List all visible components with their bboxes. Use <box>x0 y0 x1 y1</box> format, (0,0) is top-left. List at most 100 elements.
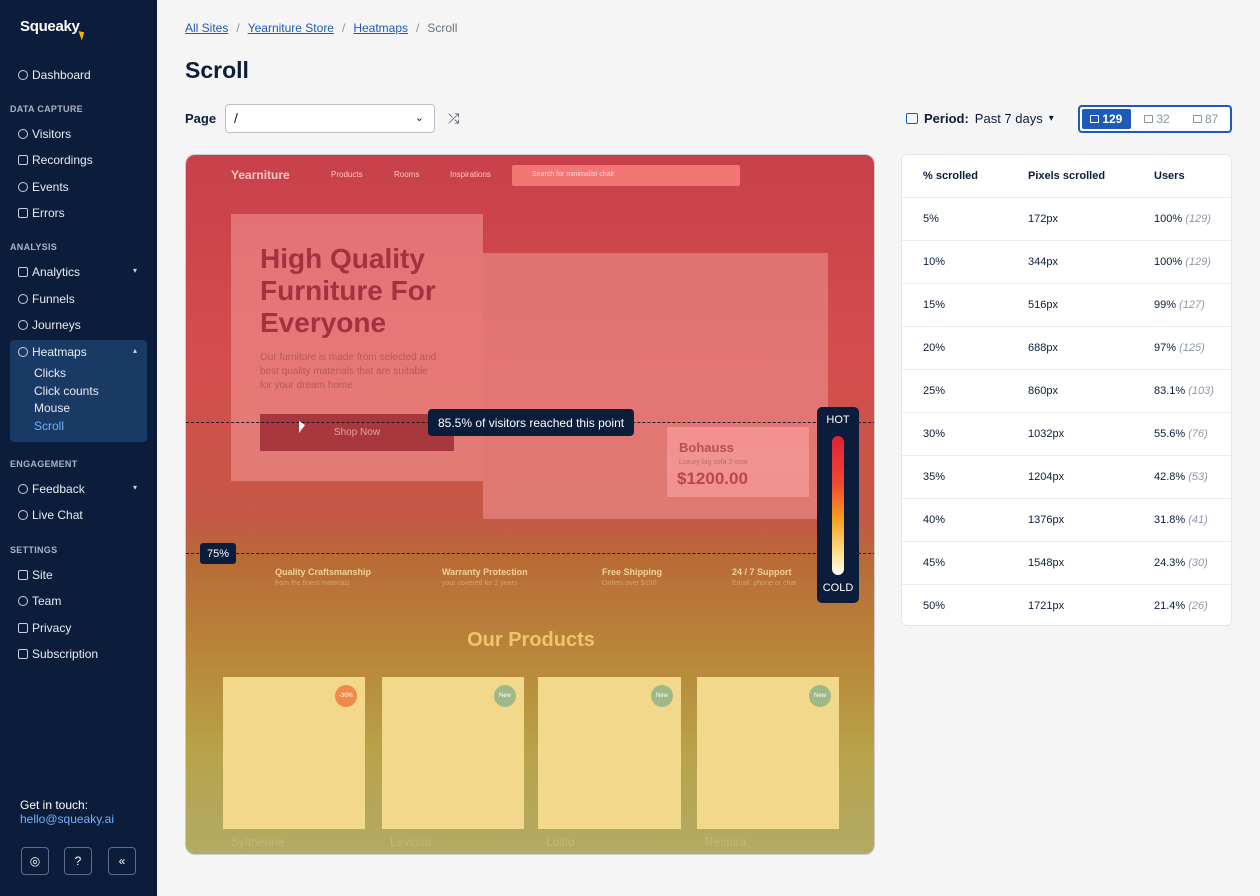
table-row: 45% 1548px 24.3% (30) <box>902 542 1233 585</box>
sidebar-item-recordings[interactable]: Recordings <box>10 148 147 172</box>
breadcrumb-heatmaps[interactable]: Heatmaps <box>353 21 408 35</box>
sidebar-item-funnels[interactable]: Funnels <box>10 287 147 311</box>
scroll-tooltip: 85.5% of visitors reached this point <box>428 409 635 436</box>
sidebar-subitem-scroll[interactable]: Scroll <box>34 419 64 433</box>
sidebar-item-site[interactable]: Site <box>10 563 147 587</box>
breadcrumb-site[interactable]: Yearniture Store <box>248 21 334 35</box>
preview-feature: 24 / 7 Support Email, phone or chat <box>732 567 796 587</box>
feature-sub: from the finest materials <box>275 580 350 587</box>
shuffle-icon[interactable]: ⤮ <box>448 110 459 127</box>
users-value: 97% (125) <box>1154 342 1205 354</box>
sidebar-item-live-chat[interactable]: Live Chat <box>10 503 147 527</box>
scroll-percentage-marker: 75% <box>200 543 236 564</box>
users-percent: 99% <box>1154 299 1177 311</box>
users-count: (76) <box>1188 428 1208 440</box>
sidebar-item-label: Dashboard <box>32 68 91 82</box>
sidebar-item-events[interactable]: Events <box>10 175 147 199</box>
breadcrumb: All Sites / Yearniture Store / Heatmaps … <box>185 21 457 35</box>
pixels-scrolled: 1721px <box>1028 600 1065 612</box>
sidebar-item-errors[interactable]: Errors <box>10 201 147 225</box>
period-value: Past 7 days <box>974 111 1043 126</box>
sidebar-item-heatmaps[interactable]: Heatmaps ▴ <box>10 340 147 364</box>
sidebar-item-label: Team <box>32 594 62 608</box>
scroll-percent: 30% <box>923 428 946 440</box>
scroll-heatmap-preview[interactable]: Yearniture Products Rooms Inspirations S… <box>185 154 875 855</box>
sidebar-item-analytics[interactable]: Analytics ▾ <box>10 260 147 284</box>
sidebar-item-privacy[interactable]: Privacy <box>10 616 147 640</box>
preview-hero-subtitle: Our furniture is made from selected and … <box>260 352 437 391</box>
chevron-up-icon: ▴ <box>132 346 137 355</box>
sidebar-subitem-mouse[interactable]: Mouse <box>34 401 70 415</box>
users-percent: 83.1% <box>1154 385 1186 397</box>
chat-icon <box>18 510 28 520</box>
users-count: (26) <box>1188 600 1208 612</box>
page-select[interactable]: / ⌄ <box>225 104 435 133</box>
users-value: 99% (127) <box>1154 299 1205 311</box>
scroll-percent: 10% <box>923 256 946 268</box>
product-badge: New <box>809 685 831 707</box>
sidebar-subitem-clicks[interactable]: Clicks <box>34 366 66 380</box>
users-percent: 100% <box>1154 213 1183 225</box>
pixels-scrolled: 1032px <box>1028 428 1065 440</box>
chevron-down-icon: ▾ <box>1048 113 1054 124</box>
users-count: (53) <box>1188 471 1208 483</box>
device-count: 87 <box>1205 112 1219 126</box>
breadcrumb-all-sites[interactable]: All Sites <box>185 21 228 35</box>
contact-email-link[interactable]: hello@squeaky.ai <box>20 812 114 826</box>
preview-hero-title-line: Furniture For <box>260 275 436 306</box>
mouse-cursor-icon <box>299 421 305 433</box>
product-badge: -30% <box>335 685 357 707</box>
users-percent: 21.4% <box>1154 600 1186 612</box>
funnel-icon <box>18 294 28 304</box>
page-select-value: / <box>234 110 238 126</box>
period-selector[interactable]: Period: Past 7 days ▾ <box>906 111 1054 126</box>
scroll-percent: 45% <box>923 557 946 569</box>
feature-title: Free Shipping <box>602 567 663 577</box>
account-button[interactable]: ◎ <box>21 847 49 875</box>
pixels-scrolled: 1204px <box>1028 471 1065 483</box>
period-label: Period: <box>924 111 969 126</box>
tablet-icon <box>1144 115 1154 123</box>
pixels-scrolled: 172px <box>1028 213 1058 225</box>
device-tablet-button[interactable]: 32 <box>1133 107 1182 131</box>
browser-icon <box>18 570 28 580</box>
users-value: 21.4% (26) <box>1154 600 1208 612</box>
mobile-icon <box>1193 115 1202 123</box>
chart-line-icon <box>18 267 28 277</box>
users-count: (103) <box>1188 385 1214 397</box>
users-count: (129) <box>1185 213 1211 225</box>
scroll-percent: 35% <box>923 471 946 483</box>
users-value: 100% (129) <box>1154 213 1211 225</box>
sidebar-item-visitors[interactable]: Visitors <box>10 122 147 146</box>
sidebar-item-label: Errors <box>32 206 65 220</box>
sidebar-subitem-click-counts[interactable]: Click counts <box>34 384 99 398</box>
lock-icon <box>18 623 28 633</box>
product-badge: New <box>651 685 673 707</box>
help-button[interactable]: ? <box>64 847 92 875</box>
device-desktop-button[interactable]: 129 <box>1082 109 1131 129</box>
sidebar-item-team[interactable]: Team <box>10 589 147 613</box>
sidebar-item-label: Funnels <box>32 292 75 306</box>
users-percent: 55.6% <box>1154 428 1186 440</box>
sidebar-item-journeys[interactable]: Journeys <box>10 313 147 337</box>
sidebar-item-subscription[interactable]: Subscription <box>10 642 147 666</box>
users-count: (127) <box>1179 299 1205 311</box>
video-icon <box>18 155 28 165</box>
device-mobile-button[interactable]: 87 <box>1181 107 1230 131</box>
logo-cursor-icon <box>78 29 87 41</box>
feature-title: 24 / 7 Support <box>732 567 792 577</box>
app-logo[interactable]: Squeaky <box>20 18 80 35</box>
preview-product-image: New <box>382 677 524 829</box>
users-icon <box>18 484 28 494</box>
collapse-sidebar-button[interactable]: « <box>108 847 136 875</box>
preview-product-desc: Luxury big sofa 2-seat <box>679 459 748 466</box>
preview-product-title: Leviosa <box>390 835 432 849</box>
users-percent: 24.3% <box>1154 557 1186 569</box>
product-badge: New <box>494 685 516 707</box>
preview-product-title: Syltherine <box>231 835 285 849</box>
card-icon <box>18 649 28 659</box>
scroll-percent: 50% <box>923 600 946 612</box>
sidebar-item-feedback[interactable]: Feedback ▾ <box>10 477 147 501</box>
legend-gradient <box>832 436 844 575</box>
sidebar-item-dashboard[interactable]: Dashboard <box>10 63 147 87</box>
